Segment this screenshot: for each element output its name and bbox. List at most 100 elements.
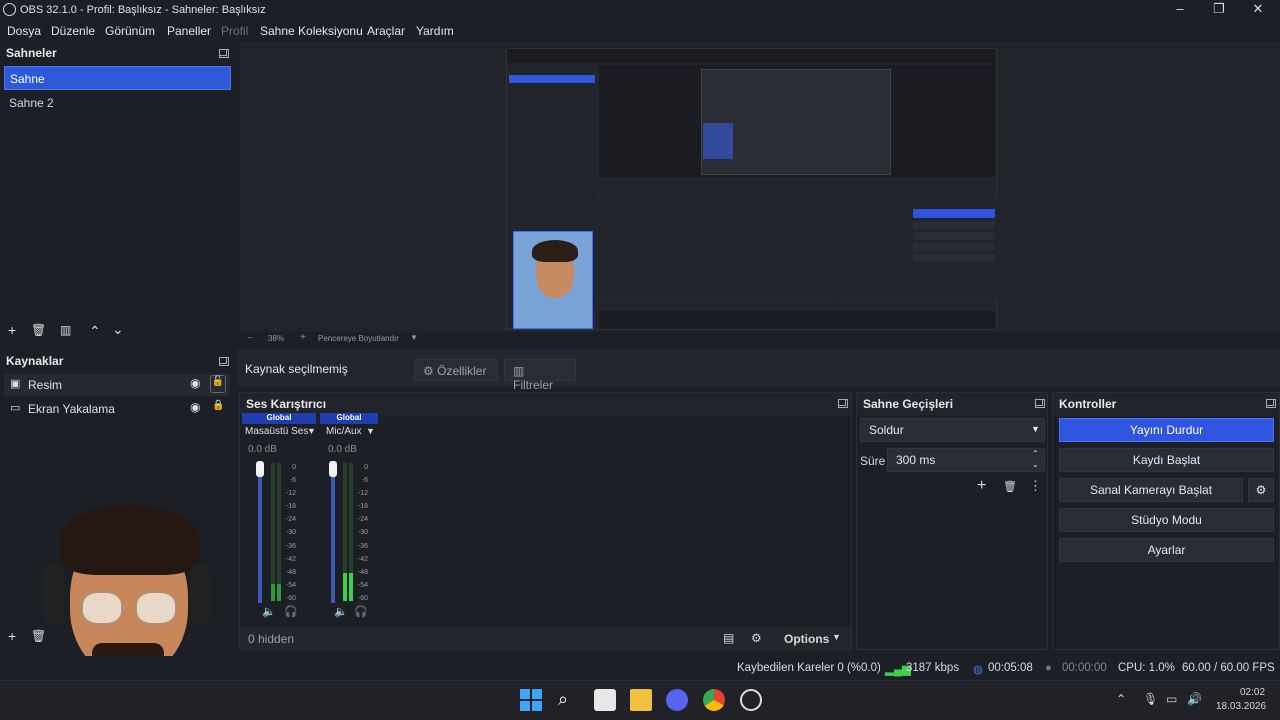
volume-icon[interactable]: 🔊 <box>1187 692 1202 706</box>
channel-name[interactable]: Mic/Aux <box>326 426 362 437</box>
menu-edit[interactable]: Düzenle <box>51 24 95 38</box>
menu-help[interactable]: Yardım <box>416 24 454 38</box>
chrome-icon[interactable] <box>703 689 725 711</box>
zoom-out-icon[interactable]: – <box>248 333 252 342</box>
scale-tick: -12 <box>357 490 368 498</box>
dropped-frames: Kaybedilen Kareler 0 (%0.0) <box>737 662 881 674</box>
folder-icon[interactable] <box>630 689 652 711</box>
headphones-icon[interactable]: 🎧 <box>354 605 368 618</box>
minimize-button[interactable]: – <box>1172 2 1188 18</box>
scale-tick: -6 <box>361 477 368 485</box>
scenes-dock: Sahneler Sahne Sahne 2 + 🗑 ▥ ⌃ ⌄ <box>0 42 236 346</box>
add-icon[interactable]: + <box>8 322 16 338</box>
virtual-camera-settings-button[interactable]: ⚙ <box>1248 478 1274 502</box>
headphones-icon[interactable]: 🎧 <box>284 605 298 618</box>
windows-start-icon[interactable] <box>520 689 542 711</box>
meter-scale: 0 -6 -12 -18 -24 -30 -36 -42 -48 -54 -60 <box>352 461 368 605</box>
preview-canvas[interactable] <box>506 48 997 330</box>
advanced-audio-icon[interactable]: ⚙ <box>751 631 762 645</box>
clock-time[interactable]: 02:02 <box>1240 687 1265 698</box>
undock-icon[interactable] <box>219 49 229 58</box>
cpu-usage: CPU: 1.0% <box>1118 662 1175 674</box>
microphone-icon[interactable]: 🎙 <box>1143 692 1158 706</box>
clock-date[interactable]: 18.03.2026 <box>1216 701 1266 712</box>
transition-select[interactable]: Soldur ▼ <box>860 418 1045 442</box>
zoom-in-icon[interactable]: + <box>300 332 306 343</box>
eye-icon[interactable]: ◉ <box>190 376 200 390</box>
move-up-icon[interactable]: ⌃ <box>89 323 101 340</box>
filters-button[interactable]: ▥ Filtreler <box>504 359 576 392</box>
eye-icon[interactable]: ◉ <box>190 400 200 414</box>
properties-button[interactable]: ⚙ Özellikler <box>414 359 498 381</box>
status-bar: Kaybedilen Kareler 0 (%0.0) ▂▄▆ 3187 kbp… <box>0 656 1280 680</box>
nested-preview <box>599 65 996 177</box>
menu-docks[interactable]: Paneller <box>167 24 211 38</box>
filter-icon[interactable]: ▥ <box>60 323 71 337</box>
search-icon[interactable]: ⌕ <box>558 689 580 711</box>
speaker-icon[interactable]: 🔈 <box>262 605 276 618</box>
stepper-up-icon[interactable]: ⌃ <box>1032 449 1039 458</box>
monitor-icon: ▭ <box>10 402 21 414</box>
scale-tick: -24 <box>285 516 296 524</box>
network-icon[interactable]: ▭ <box>1166 692 1177 706</box>
trash-icon[interactable]: 🗑 <box>31 323 46 337</box>
speaker-icon[interactable]: 🔈 <box>334 605 348 618</box>
store-icon[interactable] <box>594 689 616 711</box>
zoom-dropdown-icon[interactable]: ▼ <box>410 333 418 342</box>
chevron-down-icon[interactable]: ▼ <box>832 632 841 642</box>
options-button[interactable]: Options <box>784 632 829 646</box>
menu-scene-collection[interactable]: Sahne Koleksiyonu <box>260 24 363 38</box>
source-item[interactable]: ▣ Resim ◉ 🔓 <box>4 374 230 396</box>
controls-dock: Kontroller Yayını Durdur Kaydı Başlat Sa… <box>1052 392 1280 650</box>
close-button[interactable]: ✕ <box>1250 2 1266 18</box>
settings-button[interactable]: Ayarlar <box>1059 538 1274 562</box>
transition-value: Soldur <box>869 423 904 437</box>
move-down-icon[interactable]: ⌄ <box>112 321 124 338</box>
start-recording-button[interactable]: Kaydı Başlat <box>1059 448 1274 472</box>
channel-menu-icon[interactable]: ▼ <box>307 426 316 436</box>
zoom-bar: – 38% + Pencereye Boyutlandır ▼ <box>240 332 1280 346</box>
menu-file[interactable]: Dosya <box>7 24 41 38</box>
channel-name[interactable]: Masaüstü Ses <box>245 426 308 437</box>
channel-menu-icon[interactable]: ▼ <box>366 426 375 436</box>
maximize-icon[interactable]: ❐ <box>1211 2 1227 18</box>
hidden-count[interactable]: 0 hidden <box>248 632 294 646</box>
zoom-mode[interactable]: Pencereye Boyutlandır <box>318 334 399 343</box>
start-virtual-camera-button[interactable]: Sanal Kamerayı Başlat <box>1059 478 1243 502</box>
duration-stepper[interactable]: 300 ms ⌃ ⌄ <box>887 448 1045 472</box>
undock-icon[interactable] <box>1035 399 1045 408</box>
volume-slider[interactable] <box>331 463 335 603</box>
lock-icon[interactable]: 🔓 <box>210 375 226 393</box>
add-icon[interactable]: + <box>8 628 16 644</box>
source-item[interactable]: ▭ Ekran Yakalama ◉ 🔒 <box>4 398 230 420</box>
trash-icon[interactable]: 🗑 <box>1003 480 1017 493</box>
scale-tick: -18 <box>357 503 368 511</box>
duration-value: 300 ms <box>896 453 936 467</box>
volume-knob[interactable] <box>256 461 264 477</box>
lock-icon[interactable]: 🔒 <box>212 400 224 411</box>
stop-stream-button[interactable]: Yayını Durdur <box>1059 418 1274 442</box>
transitions-dock: Sahne Geçişleri Soldur ▼ Süre 300 ms ⌃ ⌄… <box>856 392 1048 650</box>
gear-icon: ⚙ <box>423 364 434 378</box>
scene-item[interactable]: Sahne 2 <box>4 91 231 115</box>
layout-icon[interactable]: ▤ <box>723 631 734 645</box>
chevron-up-icon[interactable]: ⌃ <box>1116 692 1126 706</box>
gear-icon: ⚙ <box>1255 483 1267 497</box>
add-icon[interactable]: + <box>977 477 986 495</box>
menu-view[interactable]: Görünüm <box>105 24 155 38</box>
title-bar: OBS 32.1.0 - Profil: Başlıksız - Sahnele… <box>0 0 1280 20</box>
discord-icon[interactable] <box>666 689 688 711</box>
menu-tools[interactable]: Araçlar <box>367 24 405 38</box>
volume-slider[interactable] <box>258 463 262 603</box>
studio-mode-button[interactable]: Stüdyo Modu <box>1059 508 1274 532</box>
undock-icon[interactable] <box>838 399 848 408</box>
stepper-down-icon[interactable]: ⌄ <box>1032 460 1039 469</box>
undock-icon[interactable] <box>1266 399 1276 408</box>
more-icon[interactable]: ⋮ <box>1029 478 1042 494</box>
level-meter <box>271 463 275 601</box>
menu-profile[interactable]: Profil <box>221 24 248 38</box>
undock-icon[interactable] <box>219 357 229 366</box>
volume-knob[interactable] <box>329 461 337 477</box>
obs-taskbar-icon[interactable] <box>740 689 762 711</box>
scene-item[interactable]: Sahne <box>4 66 231 90</box>
